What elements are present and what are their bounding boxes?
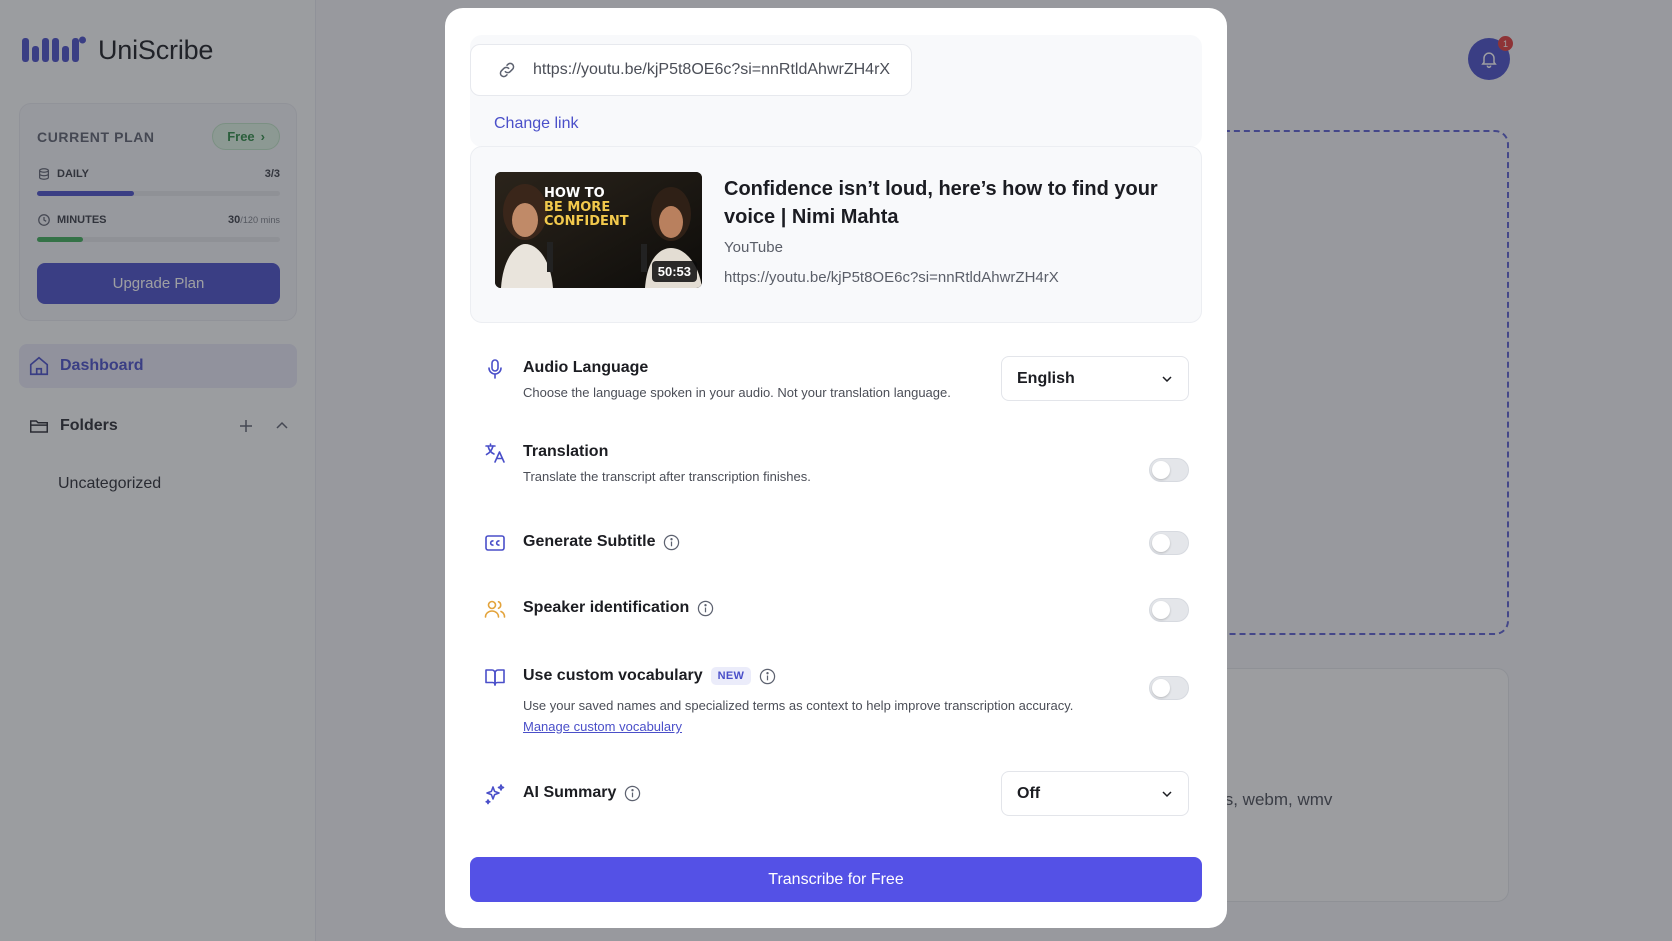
translation-toggle[interactable] [1149,458,1189,482]
option-description: Use your saved names and specialized ter… [523,698,1074,713]
audio-language-select[interactable]: English [1001,356,1189,401]
change-link[interactable]: Change link [494,115,579,133]
link-icon [499,62,515,78]
option-custom-vocabulary: Use custom vocabulary NEW Use your saved… [483,665,1189,739]
video-url: https://youtu.be/kjP5t8OE6c?si=nnRtldAhw… [724,269,1059,286]
translate-icon [485,443,505,463]
option-title: Audio Language [523,359,649,376]
option-title-text: Speaker identification [523,599,690,616]
users-icon [484,600,506,618]
option-ai-summary: AI Summary Off [483,771,1189,816]
option-title-text: AI Summary [523,784,617,801]
chevron-down-icon [1162,791,1172,798]
option-audio-language: Audio Language Choose the language spoke… [483,356,1189,411]
option-title: Translation [523,443,609,460]
chevron-down-icon [1162,376,1172,383]
video-duration: 50:53 [651,261,697,282]
option-generate-subtitle: Generate Subtitle [483,531,1189,557]
option-title: AI Summary [523,784,641,802]
transcribe-modal: https://youtu.be/kjP5t8OE6c?si=nnRtldAhw… [445,8,1227,928]
option-title: Generate Subtitle [523,533,680,551]
option-title: Speaker identification [523,599,714,617]
sparkles-icon [485,784,505,805]
thumb-line-2: BE MORE [544,200,611,215]
book-open-icon [485,669,505,686]
subtitle-toggle[interactable] [1149,531,1189,555]
link-section: https://youtu.be/kjP5t8OE6c?si=nnRtldAhw… [470,35,1202,147]
video-title: Confidence isn’t loud, here’s how to fin… [724,178,1158,228]
thumb-line-3: CONFIDENT [544,214,629,229]
option-description: Choose the language spoken in your audio… [523,385,951,400]
option-speaker-identification: Speaker identification [483,597,1189,623]
info-icon[interactable] [663,534,680,551]
url-display: https://youtu.be/kjP5t8OE6c?si=nnRtldAhw… [470,44,912,96]
option-title: Use custom vocabulary NEW [523,667,776,685]
option-title-text: Generate Subtitle [523,533,656,550]
ai-summary-select[interactable]: Off [1001,771,1189,816]
url-text: https://youtu.be/kjP5t8OE6c?si=nnRtldAhw… [533,61,891,78]
speaker-toggle[interactable] [1149,598,1189,622]
microphone-icon [488,359,502,379]
option-translation: Translation Translate the transcript aft… [483,441,1189,491]
transcribe-button[interactable]: Transcribe for Free [470,857,1202,902]
video-thumbnail: HOW TO BE MORE CONFIDENT 50:53 [495,172,702,288]
thumb-line-1: HOW TO [544,186,605,201]
thumbnail-caption: HOW TO BE MORE CONFIDENT [544,187,629,229]
video-card: HOW TO BE MORE CONFIDENT 50:53 Confidenc… [470,146,1202,323]
video-source: YouTube [724,239,783,256]
manage-vocabulary-link[interactable]: Manage custom vocabulary [523,719,682,734]
select-value: Off [1017,784,1041,802]
option-description: Translate the transcript after transcrip… [523,469,811,484]
select-value: English [1017,369,1075,387]
subtitles-icon [485,535,505,551]
info-icon[interactable] [697,600,714,617]
option-title-text: Use custom vocabulary [523,667,703,684]
info-icon[interactable] [759,668,776,685]
info-icon[interactable] [624,785,641,802]
vocabulary-toggle[interactable] [1149,676,1189,700]
new-badge: NEW [710,667,752,685]
